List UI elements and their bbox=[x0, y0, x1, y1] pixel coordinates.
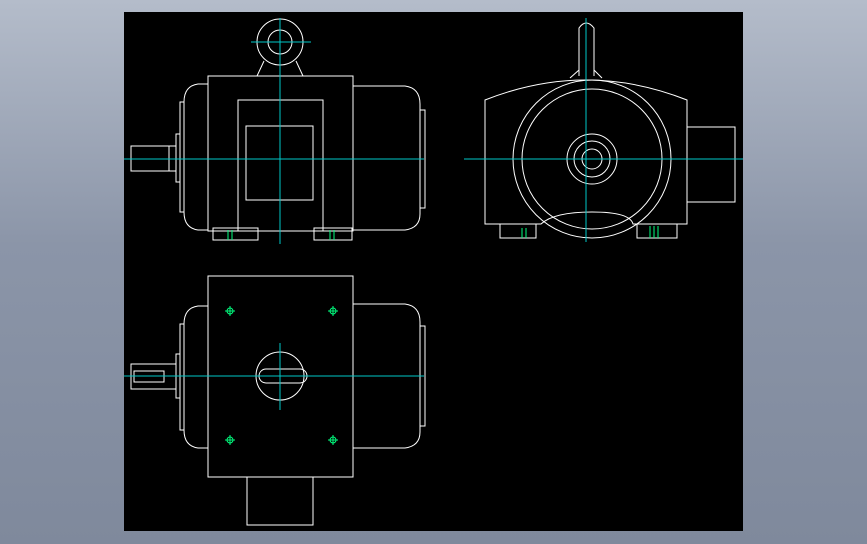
top-view bbox=[124, 275, 426, 526]
side-feet bbox=[499, 223, 678, 239]
top-motor-left bbox=[175, 305, 208, 449]
side-motor bbox=[686, 126, 736, 203]
motor-body-right bbox=[353, 85, 426, 231]
side-view bbox=[464, 18, 743, 242]
side-centerlines bbox=[464, 18, 743, 242]
cad-viewport[interactable] bbox=[124, 12, 743, 531]
cad-drawing bbox=[124, 18, 743, 526]
top-motor-tail bbox=[246, 476, 314, 526]
mounting-feet bbox=[212, 227, 353, 241]
motor-body-left bbox=[175, 83, 208, 231]
front-view bbox=[124, 18, 426, 244]
